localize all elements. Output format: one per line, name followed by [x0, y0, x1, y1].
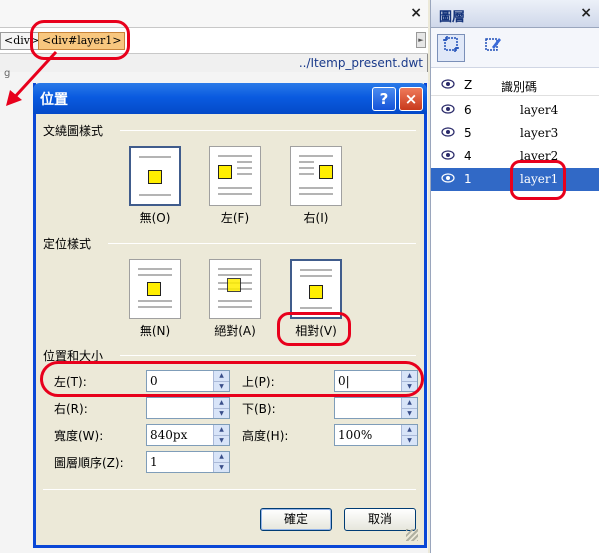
- position-none-label: 無(N): [139, 324, 171, 338]
- cancel-button[interactable]: 取消: [344, 508, 416, 531]
- template-path: ../Itemp_present.dwt: [298, 56, 423, 70]
- wrap-right-label: 右(I): [303, 211, 329, 225]
- layer-row[interactable]: 5 layer3: [431, 122, 599, 145]
- wrap-left-option[interactable]: [209, 146, 261, 206]
- eye-icon[interactable]: [441, 149, 455, 163]
- wrap-left-icon: [218, 165, 232, 179]
- group-divider: [120, 130, 416, 131]
- position-absolute-label: 絕對(A): [214, 324, 256, 338]
- position-dialog: 位置 ? × 文繞圖樣式 無(O) 左(F) 右(I) 定位樣式 無(N) 絕對…: [33, 83, 427, 548]
- draw-layer-button[interactable]: [437, 34, 465, 62]
- layers-panel-title: 圖層: [439, 10, 466, 25]
- height-label: 高度(H):: [242, 429, 289, 443]
- width-spinner[interactable]: ▲ ▼: [213, 425, 229, 445]
- wrap-right-option[interactable]: [290, 146, 342, 206]
- height-spinner[interactable]: ▲ ▼: [401, 425, 417, 445]
- annotation-ring-position: [40, 361, 424, 397]
- layer-name: layer3: [520, 126, 559, 140]
- bottom-input[interactable]: ▲ ▼: [334, 397, 418, 419]
- position-relative-option[interactable]: [290, 259, 342, 319]
- position-none-icon: [147, 282, 161, 296]
- wrap-style-label: 文繞圖樣式: [43, 124, 104, 138]
- eye-icon[interactable]: [441, 172, 455, 186]
- right-label: 右(R):: [54, 402, 88, 416]
- group-divider: [120, 355, 416, 356]
- resize-grip-icon[interactable]: [406, 529, 418, 541]
- draw-layer-icon: [443, 36, 459, 52]
- layer-row[interactable]: 6 layer4: [431, 99, 599, 122]
- position-none-option[interactable]: [129, 259, 181, 319]
- bottom-spinner[interactable]: ▲ ▼: [401, 398, 417, 418]
- z-column-header[interactable]: Z: [464, 78, 472, 92]
- ok-button[interactable]: 確定: [260, 508, 332, 531]
- edit-layer-button[interactable]: [479, 34, 507, 62]
- annotation-ring-layer: [510, 160, 566, 200]
- help-button[interactable]: ?: [372, 87, 396, 111]
- position-absolute-option[interactable]: [209, 259, 261, 319]
- visibility-header-icon[interactable]: [441, 78, 455, 92]
- position-absolute-icon: [227, 278, 241, 292]
- button-divider: [43, 489, 416, 490]
- zindex-input[interactable]: 1 ▲ ▼: [146, 451, 230, 473]
- layers-panel-close-icon[interactable]: ×: [580, 5, 592, 21]
- width-input[interactable]: 840px ▲ ▼: [146, 424, 230, 446]
- dialog-titlebar[interactable]: 位置 ? ×: [33, 83, 427, 114]
- eye-icon[interactable]: [441, 103, 455, 117]
- layer-z: 1: [464, 172, 472, 186]
- right-input[interactable]: ▲ ▼: [146, 397, 230, 419]
- editor-close-icon[interactable]: ×: [410, 6, 422, 20]
- id-column-header[interactable]: 識別碼: [501, 78, 537, 95]
- layers-panel-titlebar: 圖層 ×: [431, 0, 599, 28]
- annotation-arrow-icon: [6, 50, 58, 106]
- group-divider: [108, 243, 416, 244]
- wrap-right-icon: [319, 165, 333, 179]
- layers-panel: 圖層 × Z 識別碼 6 layer4 5 layer3 4 layer2 1 …: [430, 0, 599, 553]
- bottom-label: 下(B):: [242, 402, 276, 416]
- wrap-none-option[interactable]: [129, 146, 181, 206]
- width-label: 寬度(W):: [54, 429, 104, 443]
- annotation-ring-relative: [277, 312, 351, 346]
- layer-z: 4: [464, 149, 472, 163]
- positioning-style-label: 定位樣式: [43, 237, 92, 251]
- layers-toolbar: [431, 28, 599, 68]
- right-spinner[interactable]: ▲ ▼: [213, 398, 229, 418]
- layer-z: 5: [464, 126, 472, 140]
- zindex-label: 圖層順序(Z):: [54, 456, 124, 470]
- wrap-left-label: 左(F): [220, 211, 250, 225]
- height-input[interactable]: 100% ▲ ▼: [334, 424, 418, 446]
- zindex-spinner[interactable]: ▲ ▼: [213, 452, 229, 472]
- wrap-none-icon: [148, 170, 162, 184]
- edit-layer-icon: [485, 38, 501, 51]
- scroll-right-icon[interactable]: ►: [416, 32, 426, 48]
- wrap-none-label: 無(O): [139, 211, 171, 225]
- layer-z: 6: [464, 103, 472, 117]
- dialog-close-button[interactable]: ×: [399, 87, 423, 111]
- eye-icon[interactable]: [441, 126, 455, 140]
- layers-header: Z 識別碼: [431, 74, 599, 96]
- layer-name: layer4: [520, 103, 559, 117]
- position-relative-icon: [309, 285, 323, 299]
